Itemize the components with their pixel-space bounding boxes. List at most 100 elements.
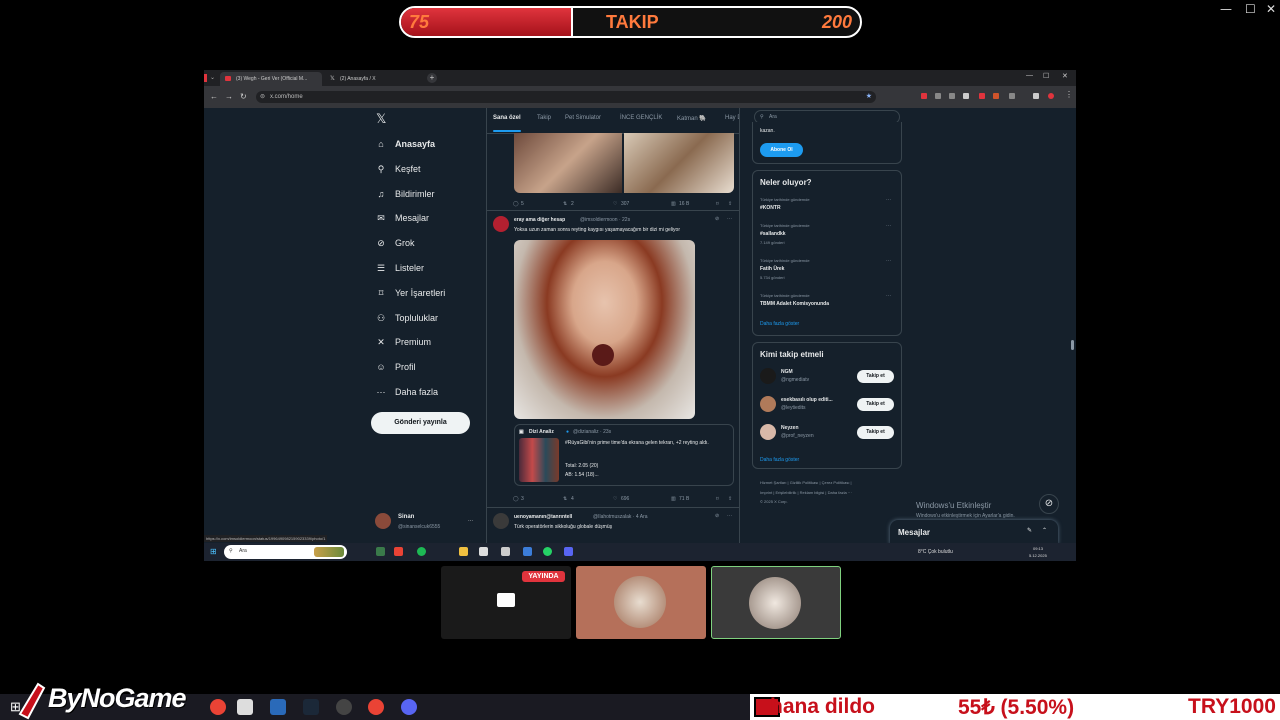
sidebar-item-bell[interactable]: ♫ Bildirimler [376,185,435,203]
more-icon[interactable]: ··· [727,513,732,519]
chevron-down-icon[interactable]: ⌄ [210,74,215,81]
follow-button[interactable]: Takip et [857,370,894,383]
grok-float-button[interactable]: ⊘ [1039,494,1059,514]
taskbar-app-icon[interactable] [270,699,286,715]
avatar[interactable] [375,513,391,529]
taskbar-app-icon[interactable] [237,699,253,715]
taskbar-app-icon[interactable] [376,547,385,556]
share-icon[interactable]: ⇪ [728,201,732,207]
reload-icon[interactable]: ↻ [240,92,247,101]
avatar[interactable] [493,216,509,232]
extension-icon[interactable] [963,93,969,99]
folder-icon[interactable] [459,547,468,556]
feed-tab[interactable]: Pet Simulator [565,115,601,121]
x-logo-icon[interactable]: 𝕏 [376,111,386,127]
sidebar-item-mail[interactable]: ✉ Mesajlar [376,209,429,227]
sidebar-item-people[interactable]: ⚇ Topluluklar [376,309,438,327]
windows-start-icon[interactable]: ⊞ [210,547,217,556]
show-more-link[interactable]: Daha fazla göster [760,321,799,327]
star-icon[interactable]: ★ [866,92,872,100]
bookmark-icon[interactable]: ⌑ [716,201,719,207]
avatar[interactable] [760,368,776,384]
obs-icon[interactable] [336,699,352,715]
repost-icon[interactable]: ⇅ [563,201,567,207]
taskbar-search[interactable]: ⚲ Ara [224,545,347,559]
close-icon[interactable]: ✕ [1266,2,1276,16]
extension-icon[interactable] [935,93,941,99]
feed-tab[interactable]: Hay D [725,115,739,121]
post-image[interactable] [514,240,695,419]
show-more-link[interactable]: Daha fazla göster [760,457,799,463]
sidebar-item-x[interactable]: ✕ Premium [376,333,431,351]
sidebar-item-grok[interactable]: ⊘ Grok [376,234,414,252]
browser-tab-x[interactable]: 𝕏 (2) Anasayfa / X [324,72,418,86]
avatar[interactable] [493,513,509,529]
feed-tab[interactable]: İNCE GENÇLİK [620,115,662,121]
new-message-icon[interactable]: ✎ [1027,527,1032,534]
extension-icon[interactable] [949,93,955,99]
participant-tile-active[interactable] [711,566,841,639]
feed-tab[interactable]: Sana özel [493,115,521,121]
account-menu-icon[interactable]: ··· [468,518,473,524]
back-icon[interactable]: ← [210,92,218,101]
views-icon[interactable]: ▥ [671,201,676,207]
trend-item[interactable]: Türkiye tarihinde gündemde #KONTR ··· [760,197,896,223]
taskbar-app-icon[interactable] [479,547,488,556]
steam-icon[interactable] [303,699,319,715]
participant-tile[interactable] [576,566,706,639]
suggested-user-name[interactable]: esekbasılı olup editi... [781,397,833,403]
weather-text[interactable]: 8°C Çok bulutlu [918,549,953,555]
like-icon[interactable]: ♡ [613,496,617,502]
extension-icon[interactable] [979,93,985,99]
reply-icon[interactable]: ◯ [513,201,519,207]
profile-icon[interactable] [1048,93,1054,99]
sidebar-item-home[interactable]: ⌂ Anasayfa [376,135,435,153]
browser-tab-youtube[interactable]: (3) Wegh - Geri Ver (Official M... [220,72,322,86]
more-icon[interactable]: ··· [886,223,891,229]
share-icon[interactable]: ⇪ [728,496,732,502]
taskbar-app-icon[interactable] [501,547,510,556]
suggested-user-name[interactable]: NGM [781,369,793,375]
post-image[interactable] [514,133,622,193]
avatar[interactable] [760,396,776,412]
sidebar-item-list[interactable]: ☰ Listeler [376,259,424,277]
whatsapp-icon[interactable] [543,547,552,556]
forward-icon[interactable]: → [225,92,233,101]
suggested-user-name[interactable]: Neyzen [781,425,799,431]
new-tab-button[interactable]: + [427,73,437,83]
chrome-icon[interactable] [368,699,384,715]
maximize-icon[interactable]: ☐ [1043,72,1049,80]
menu-icon[interactable]: ⋮ [1065,90,1073,99]
avatar[interactable] [760,424,776,440]
feed-tab[interactable]: Takip [537,115,551,121]
extension-icon[interactable] [921,93,927,99]
sidebar-item-person[interactable]: ☺ Profil [376,358,415,376]
chrome-icon[interactable] [210,699,226,715]
quoted-post[interactable]: ▣ Dizi Analiz ● @dizianaliz · 23s #RüyaG… [514,424,734,486]
feed-tab[interactable]: Katman 🐘 [677,115,707,122]
reply-icon[interactable]: ◯ [513,496,519,502]
repost-icon[interactable]: ⇅ [563,496,567,502]
minimize-icon[interactable]: — [1220,2,1232,16]
close-icon[interactable]: ✕ [1062,72,1068,80]
sidebar-item-bookmark[interactable]: ⌑ Yer İşaretleri [376,284,446,302]
taskbar-app-icon[interactable] [523,547,532,556]
views-icon[interactable]: ▥ [671,496,676,502]
taskbar-app-icon[interactable] [394,547,403,556]
post-author[interactable]: uenoyamanın@tanrıntell [514,514,572,520]
trend-item[interactable]: Türkiye tarihinde gündemde #sallandkk 7.14… [760,223,896,249]
subscribe-button[interactable]: Abone Ol [760,143,803,157]
footer-links[interactable]: Imprint | Erişilebilirlik | Reklam bilgi… [760,490,852,495]
footer-links[interactable]: Hizmet Şartları | Gizlilik Politikası | … [760,480,852,485]
grok-icon[interactable]: ⊘ [715,216,719,222]
sidebar-item-search[interactable]: ⚲ Keşfet [376,160,421,178]
grok-icon[interactable]: ⊘ [715,513,719,519]
discord-icon[interactable] [401,699,417,715]
discord-icon[interactable] [564,547,573,556]
extension-icon[interactable] [993,93,999,99]
more-icon[interactable]: ··· [886,258,891,264]
url-bar[interactable]: ⊜ x.com/home ★ [256,91,876,103]
follow-button[interactable]: Takip et [857,426,894,439]
minimize-icon[interactable]: — [1026,72,1033,79]
puzzle-icon[interactable] [1009,93,1015,99]
